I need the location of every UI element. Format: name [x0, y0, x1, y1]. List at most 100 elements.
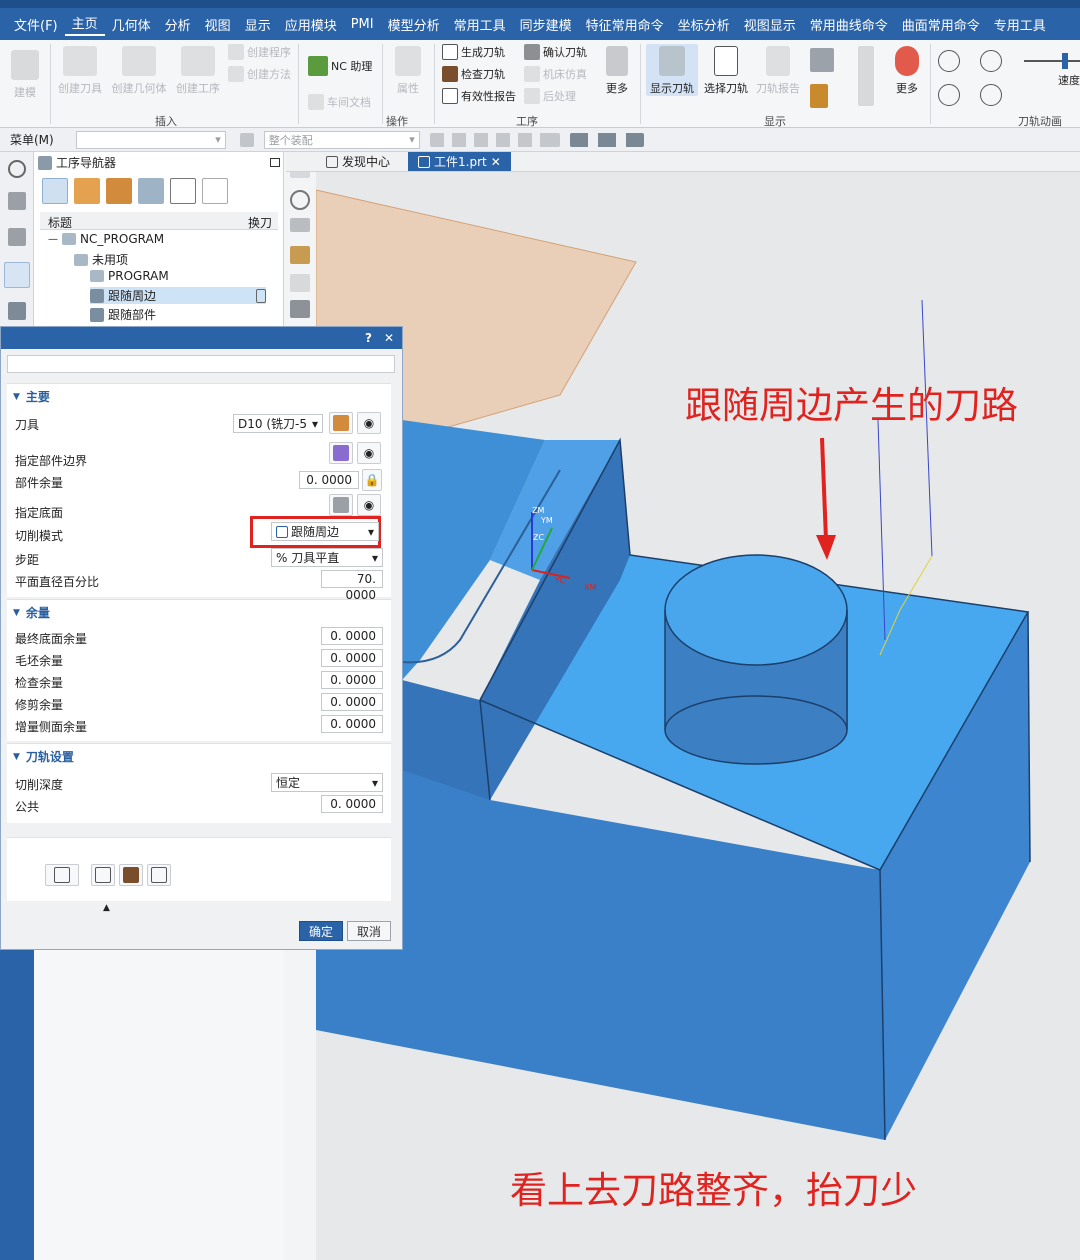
cut-depth-select[interactable]: 恒定 ▾: [271, 773, 383, 792]
part-stock-input[interactable]: 0. 0000: [299, 471, 359, 489]
program-view-icon[interactable]: [42, 178, 68, 204]
menu-pmi[interactable]: PMI: [344, 17, 381, 32]
collapse-icon[interactable]: [202, 178, 228, 204]
menu-feature-commands[interactable]: 特征常用命令: [579, 15, 671, 34]
blank-stock-input[interactable]: 0. 0000: [321, 649, 383, 667]
more-display-button[interactable]: 更多: [890, 46, 924, 96]
dialog-name-field[interactable]: [7, 355, 395, 373]
view-tools-icon[interactable]: [569, 132, 644, 147]
help-icon[interactable]: ?: [365, 331, 372, 345]
section-path-header[interactable]: ▼ 刀轨设置: [13, 748, 74, 765]
machine-view-icon[interactable]: [74, 178, 100, 204]
graphics-window[interactable]: ZM YM ZC YC XM: [316, 172, 1080, 1260]
list-icon[interactable]: [147, 864, 171, 886]
tree-row[interactable]: 未用项: [74, 251, 128, 268]
menu-file[interactable]: 文件(F): [0, 15, 65, 34]
more-button[interactable]: 更多: [600, 46, 634, 96]
menu-surface-commands[interactable]: 曲面常用命令: [895, 15, 987, 34]
tool-holder-icon[interactable]: [810, 84, 828, 108]
select-floor-icon[interactable]: [329, 494, 353, 516]
display-icon[interactable]: ◉: [357, 442, 381, 464]
nc-assist-button[interactable]: NC 助理: [308, 56, 372, 76]
snap-tools-icon[interactable]: [429, 132, 560, 147]
rotate-icon[interactable]: [290, 190, 310, 210]
menu-view-display[interactable]: 视图显示: [737, 15, 803, 34]
lock-icon[interactable]: 🔒: [362, 469, 382, 491]
check-stock-input[interactable]: 0. 0000: [321, 671, 383, 689]
verify-icon[interactable]: [119, 864, 143, 886]
menu-app-modules[interactable]: 应用模块: [278, 15, 344, 34]
method-view-icon[interactable]: [138, 178, 164, 204]
select-toolpath-button[interactable]: 选择刀轨: [702, 46, 750, 96]
geometry-view-icon[interactable]: [106, 178, 132, 204]
gear-icon[interactable]: [290, 300, 310, 318]
machine-tool-icon[interactable]: [8, 302, 26, 320]
stepover-select[interactable]: % 刀具平直 ▾: [271, 548, 383, 567]
tree-row[interactable]: — NC_PROGRAM: [48, 232, 164, 246]
menu-home[interactable]: 主页: [64, 13, 105, 36]
operation-navigator-icon[interactable]: [4, 262, 30, 288]
final-floor-stock-input[interactable]: 0. 0000: [321, 627, 383, 645]
filter-icon[interactable]: [239, 132, 254, 147]
collapse-arrow-icon[interactable]: ▲: [103, 903, 110, 913]
display-icon[interactable]: ◉: [357, 494, 381, 516]
trim-stock-input[interactable]: 0. 0000: [321, 693, 383, 711]
shop-doc-button[interactable]: 车间文档: [308, 94, 371, 110]
close-icon[interactable]: ✕: [384, 331, 394, 345]
speed-slider[interactable]: [1024, 60, 1080, 62]
create-method-button[interactable]: 创建方法: [228, 66, 291, 82]
replay-icon[interactable]: [91, 864, 115, 886]
expand-icon[interactable]: [170, 178, 196, 204]
menu-common-tools[interactable]: 常用工具: [447, 15, 513, 34]
rewind-icon[interactable]: [938, 50, 960, 72]
generate-icon[interactable]: [45, 864, 79, 886]
menu-model-analysis[interactable]: 模型分析: [381, 15, 447, 34]
step-forward-icon[interactable]: [980, 84, 1002, 106]
tab-discover[interactable]: 发现中心: [316, 152, 400, 171]
part-navigator-icon[interactable]: [8, 192, 26, 210]
tree-row-selected[interactable]: 跟随周边: [90, 287, 266, 304]
common-input[interactable]: 0. 0000: [321, 795, 383, 813]
menu-analysis[interactable]: 分析: [158, 15, 198, 34]
show-toolpath-button[interactable]: 显示刀轨: [646, 44, 698, 96]
create-operation-button[interactable]: 创建工序: [174, 46, 222, 96]
speed-slider-handle[interactable]: [1062, 53, 1068, 69]
section-main-header[interactable]: ▼ 主要: [13, 388, 50, 405]
play-icon[interactable]: [980, 50, 1002, 72]
section-stock-header[interactable]: ▼ 余量: [13, 604, 50, 621]
menu-curve-commands[interactable]: 常用曲线命令: [803, 15, 895, 34]
assembly-icon[interactable]: [8, 228, 26, 246]
confirm-toolpath-button[interactable]: 确认刀轨: [524, 44, 587, 60]
create-geometry-button[interactable]: 创建几何体: [110, 46, 168, 96]
brush-icon[interactable]: [290, 246, 310, 264]
close-tab-icon[interactable]: ✕: [491, 155, 501, 169]
display-icon[interactable]: [810, 48, 834, 72]
column-title[interactable]: 标题: [48, 214, 72, 231]
wall-stock-input[interactable]: 0. 0000: [321, 715, 383, 733]
toolpath-report-button[interactable]: 刀轨报告: [754, 46, 802, 96]
tree-row[interactable]: PROGRAM: [90, 269, 169, 283]
tool-select[interactable]: D10 (铣刀-5 ▾: [233, 414, 323, 433]
percent-diameter-input[interactable]: 70. 0000: [321, 570, 383, 602]
cancel-button[interactable]: 取消: [347, 921, 391, 941]
create-program-button[interactable]: 创建程序: [228, 44, 291, 60]
step-back-icon[interactable]: [938, 84, 960, 106]
post-process-button[interactable]: 后处理: [524, 88, 576, 104]
display-icon[interactable]: ◉: [357, 412, 381, 434]
tree-row[interactable]: 跟随部件: [90, 306, 156, 323]
menu-coord-analysis[interactable]: 坐标分析: [671, 15, 737, 34]
menu-special-tools[interactable]: 专用工具: [987, 15, 1053, 34]
attributes-button[interactable]: 属性: [388, 46, 428, 96]
machine-simulation-button[interactable]: 机床仿真: [524, 66, 587, 82]
menu-view[interactable]: 视图: [198, 15, 238, 34]
new-tool-icon[interactable]: [329, 412, 353, 434]
select-boundary-icon[interactable]: [329, 442, 353, 464]
menu-button[interactable]: 菜单(M): [0, 131, 54, 148]
ok-button[interactable]: 确定: [299, 921, 343, 941]
menu-sync-modeling[interactable]: 同步建模: [513, 15, 579, 34]
check-toolpath-button[interactable]: 检查刀轨: [442, 66, 505, 82]
settings-icon[interactable]: [8, 160, 26, 178]
column-tool[interactable]: 换刀: [248, 214, 272, 231]
arrow-up-down-icon[interactable]: [858, 46, 874, 106]
generate-toolpath-button[interactable]: 生成刀轨: [442, 44, 505, 60]
